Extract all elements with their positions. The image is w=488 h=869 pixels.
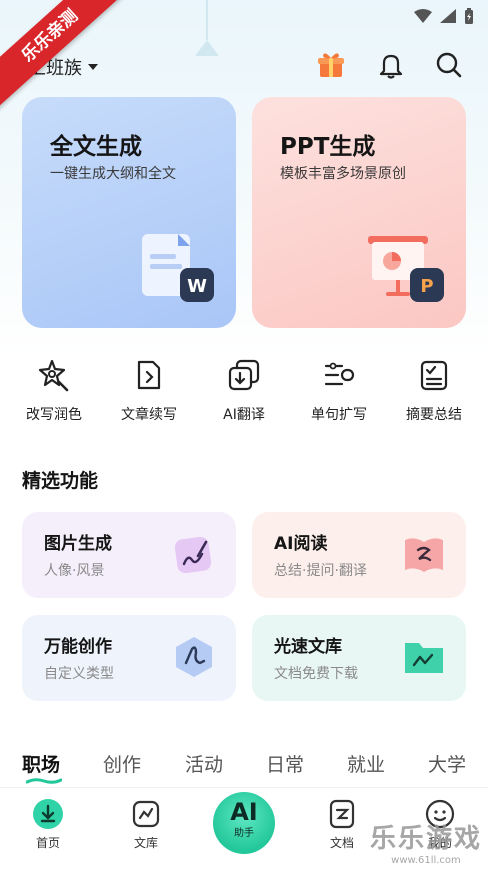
star-pen-icon	[38, 359, 69, 392]
tool-ai-translate[interactable]: AI翻译	[196, 358, 292, 424]
hexagon-pen-icon	[176, 637, 212, 677]
checklist-icon	[420, 360, 448, 391]
caret-down-icon	[88, 64, 98, 70]
signal-icon	[440, 9, 456, 23]
card-subtitle: 文档免费下载	[274, 666, 358, 682]
tab-university[interactable]: 大学	[428, 750, 466, 777]
card-subtitle: 模板丰富多场景原创	[280, 166, 406, 182]
fast-library-card[interactable]: 光速文库 文档免费下载	[252, 615, 466, 701]
document-arrow-icon	[137, 360, 161, 390]
card-subtitle: 一键生成大纲和全文	[50, 166, 176, 182]
tab-workplace[interactable]: 职场	[22, 750, 60, 777]
category-tabs: 职场 创作 活动 日常 就业 大学	[0, 745, 488, 785]
active-tab-underline	[26, 778, 62, 784]
battery-icon	[465, 8, 473, 24]
folder-wave-icon	[405, 643, 443, 673]
tool-label: 摘要总结	[406, 407, 462, 423]
tab-employment[interactable]: 就业	[347, 750, 385, 777]
brush-icon	[174, 536, 212, 574]
tool-label: 改写润色	[26, 407, 82, 423]
nav-label: 首页	[35, 836, 60, 850]
badge-letter: P	[420, 276, 433, 297]
site-watermark-name: 乐乐游戏	[369, 824, 482, 854]
featured-section-title: 精选功能	[22, 470, 99, 492]
card-title: 光速文库	[274, 637, 342, 657]
tab-creation[interactable]: 创作	[103, 750, 141, 777]
card-title: 图片生成	[44, 534, 112, 554]
header: 上班族	[0, 44, 488, 88]
card-title: AI阅读	[274, 534, 328, 554]
card-title: 万能创作	[44, 637, 112, 657]
card-subtitle: 人像·风景	[44, 563, 105, 579]
nav-library[interactable]: 文库	[106, 788, 186, 851]
tool-expand-sentence[interactable]: 单句扩写	[291, 358, 387, 424]
home-download-icon	[33, 799, 63, 829]
tool-rewrite[interactable]: 改写润色	[6, 358, 102, 424]
expand-lines-icon	[324, 362, 355, 386]
card-subtitle: 总结·提问·翻译	[274, 563, 367, 579]
library-icon	[132, 800, 160, 828]
site-watermark-url: www.61ll.com	[391, 855, 461, 866]
presentation-board-icon: P	[368, 236, 444, 302]
tool-label: 单句扩写	[311, 407, 367, 423]
badge-letter: W	[187, 276, 207, 297]
tools-row: 改写润色 文章续写 AI翻译 单句扩写 摘要总结	[0, 358, 488, 428]
search-icon[interactable]	[434, 50, 464, 80]
card-title: 全文生成	[50, 134, 142, 160]
tab-activities[interactable]: 活动	[185, 750, 223, 777]
document-icon	[329, 799, 355, 829]
full-text-generation-card[interactable]: 全文生成 一键生成大纲和全文 W	[22, 97, 236, 328]
tool-label: AI翻译	[223, 407, 265, 423]
card-title: PPT生成	[280, 134, 376, 160]
tool-continue-writing[interactable]: 文章续写	[101, 358, 197, 424]
card-subtitle: 自定义类型	[44, 666, 114, 682]
universal-creation-card[interactable]: 万能创作 自定义类型	[22, 615, 236, 701]
translate-icon	[228, 359, 260, 391]
tool-summarize[interactable]: 摘要总结	[386, 358, 482, 424]
open-book-icon	[405, 538, 443, 572]
ai-assistant-button[interactable]: AI 助手	[213, 792, 275, 854]
site-watermark: 乐乐游戏 www.61ll.com	[370, 818, 482, 866]
nav-home[interactable]: 首页	[8, 788, 88, 851]
ai-reading-card[interactable]: AI阅读 总结·提问·翻译	[252, 512, 466, 598]
ppt-generation-card[interactable]: PPT生成 模板丰富多场景原创 P	[252, 97, 466, 328]
bell-icon[interactable]	[376, 50, 406, 80]
ai-button-sublabel: 助手	[234, 828, 254, 839]
gift-icon[interactable]	[316, 50, 346, 80]
tool-label: 文章续写	[121, 407, 177, 423]
nav-label: 文库	[133, 836, 158, 850]
tab-daily[interactable]: 日常	[266, 750, 304, 777]
word-document-icon: W	[142, 234, 214, 302]
wifi-icon	[414, 9, 432, 23]
image-generation-card[interactable]: 图片生成 人像·风景	[22, 512, 236, 598]
ai-button-label: AI	[230, 798, 258, 826]
